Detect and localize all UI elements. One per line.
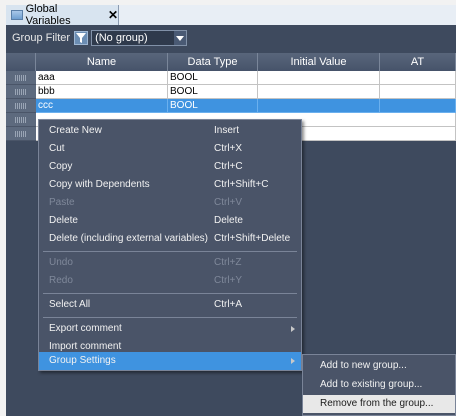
menu-item-shortcut: Ctrl+V xyxy=(214,197,243,208)
menu-item-shortcut: Ctrl+Y xyxy=(214,275,243,286)
group-filter-value: (No group) xyxy=(95,32,148,44)
row-handle[interactable] xyxy=(6,127,36,141)
menu-item-label: Add to new group... xyxy=(320,360,407,371)
menu-item-copy[interactable]: Copy Ctrl+C xyxy=(39,158,301,176)
menu-item-create-new[interactable]: Create New Insert xyxy=(39,122,301,140)
menu-item-label: Group Settings xyxy=(49,355,116,366)
menu-item-label: Create New xyxy=(49,125,102,136)
table-row[interactable]: bbb BOOL xyxy=(6,85,456,99)
cell-name[interactable]: bbb xyxy=(36,85,168,99)
table-row[interactable]: aaa BOOL xyxy=(6,71,456,85)
menu-item-label: Delete xyxy=(49,215,78,226)
menu-item-label: Delete (including external variables) xyxy=(49,233,208,244)
row-handle[interactable] xyxy=(6,99,36,113)
column-header-name[interactable]: Name xyxy=(36,53,168,71)
tab-global-variables[interactable]: Global Variables ✕ xyxy=(6,3,119,27)
menu-item-shortcut: Ctrl+Shift+C xyxy=(214,179,269,190)
row-handle[interactable] xyxy=(6,71,36,85)
row-handle[interactable] xyxy=(6,85,36,99)
menu-item-delete-including-external[interactable]: Delete (including external variables) Ctr… xyxy=(39,230,301,248)
menu-item-add-to-existing-group[interactable]: Add to existing group... xyxy=(303,376,455,394)
menu-item-paste: Paste Ctrl+V xyxy=(39,194,301,212)
column-header-data-type[interactable]: Data Type xyxy=(168,53,258,71)
group-filter-bar: Group Filter (No group) xyxy=(6,25,456,51)
menu-separator xyxy=(43,317,297,318)
group-filter-dropdown[interactable]: (No group) xyxy=(91,30,188,46)
column-header-at[interactable]: AT xyxy=(380,53,456,71)
menu-item-label: Redo xyxy=(49,275,73,286)
cell-data-type[interactable]: BOOL xyxy=(168,71,258,85)
menu-item-group-settings[interactable]: Group Settings xyxy=(39,352,301,370)
menu-item-shortcut: Ctrl+X xyxy=(214,143,243,154)
menu-item-copy-with-dependents[interactable]: Copy with Dependents Ctrl+Shift+C xyxy=(39,176,301,194)
menu-item-shortcut: Ctrl+C xyxy=(214,161,243,172)
menu-item-label: Paste xyxy=(49,197,75,208)
table-header: Name Data Type Initial Value AT xyxy=(6,53,456,71)
menu-item-label: Copy xyxy=(49,161,73,172)
menu-item-label: Export comment xyxy=(49,323,122,334)
menu-item-select-all[interactable]: Select All Ctrl+A xyxy=(39,296,301,314)
menu-item-label: Add to existing group... xyxy=(320,379,423,390)
filter-icon[interactable] xyxy=(74,31,89,45)
menu-item-cut[interactable]: Cut Ctrl+X xyxy=(39,140,301,158)
row-header-corner xyxy=(6,53,36,71)
submenu-arrow-icon xyxy=(291,358,295,364)
row-handle[interactable] xyxy=(6,113,36,127)
group-settings-submenu: Add to new group... Add to existing grou… xyxy=(302,354,456,416)
menu-item-add-to-new-group[interactable]: Add to new group... xyxy=(303,357,455,375)
menu-separator xyxy=(43,251,297,252)
menu-item-label: Undo xyxy=(49,257,73,268)
close-icon[interactable]: ✕ xyxy=(108,9,118,21)
menu-item-redo: Redo Ctrl+Y xyxy=(39,272,301,290)
tab-title: Global Variables xyxy=(25,3,71,27)
chevron-down-icon[interactable] xyxy=(174,31,187,45)
menu-item-shortcut: Ctrl+Z xyxy=(214,257,242,268)
cell-at[interactable] xyxy=(380,99,456,113)
menu-item-shortcut: Ctrl+A xyxy=(214,299,243,310)
menu-item-delete[interactable]: Delete Delete xyxy=(39,212,301,230)
context-menu: Create New Insert Cut Ctrl+X Copy Ctrl+C Co… xyxy=(38,119,302,371)
menu-separator xyxy=(43,293,297,294)
cell-at[interactable] xyxy=(380,71,456,85)
menu-item-export-comment[interactable]: Export comment xyxy=(39,320,301,338)
tab-bar xyxy=(119,5,456,25)
cell-name[interactable]: ccc xyxy=(36,99,168,113)
cell-initial-value[interactable] xyxy=(258,99,380,113)
menu-item-shortcut: Delete xyxy=(214,215,243,226)
menu-item-undo: Undo Ctrl+Z xyxy=(39,254,301,272)
menu-item-label: Select All xyxy=(49,299,91,310)
table-icon xyxy=(11,10,23,20)
menu-item-remove-from-group[interactable]: Remove from the group... xyxy=(303,395,455,413)
menu-item-shortcut: Ctrl+Shift+Delete xyxy=(214,233,291,244)
menu-item-label: Copy with Dependents xyxy=(49,179,150,190)
cell-at[interactable] xyxy=(380,85,456,99)
cell-data-type[interactable]: BOOL xyxy=(168,99,258,113)
submenu-arrow-icon xyxy=(291,326,295,332)
cell-data-type[interactable]: BOOL xyxy=(168,85,258,99)
cell-initial-value[interactable] xyxy=(258,85,380,99)
cell-initial-value[interactable] xyxy=(258,71,380,85)
menu-item-label: Remove from the group... xyxy=(320,398,434,409)
table-row-selected[interactable]: ccc BOOL xyxy=(6,99,456,113)
group-filter-label: Group Filter xyxy=(12,32,71,44)
column-header-initial-value[interactable]: Initial Value xyxy=(258,53,380,71)
menu-item-label: Cut xyxy=(49,143,65,154)
menu-item-shortcut: Insert xyxy=(214,125,240,136)
cell-name[interactable]: aaa xyxy=(36,71,168,85)
